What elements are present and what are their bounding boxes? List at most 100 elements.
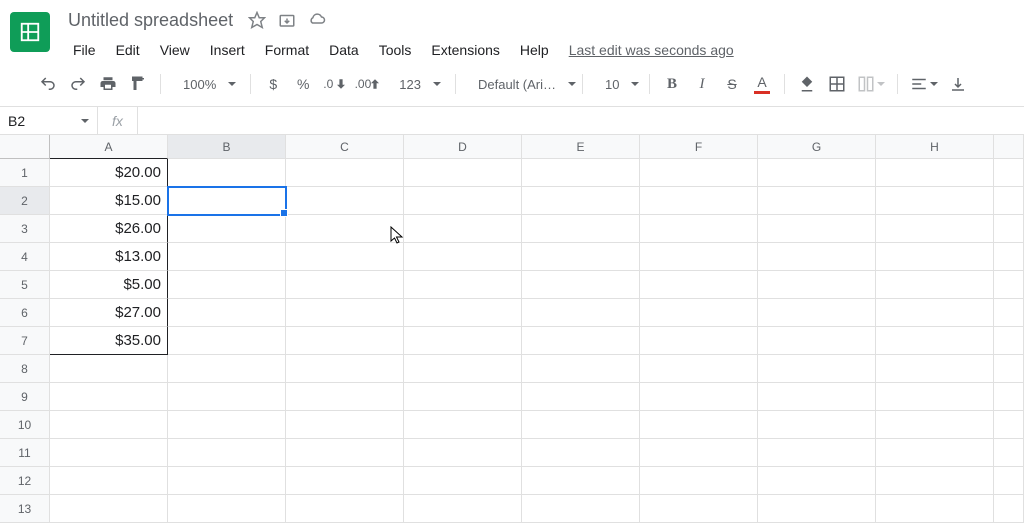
vertical-align-button[interactable] <box>944 70 972 98</box>
cell-H4[interactable] <box>876 243 994 271</box>
cell-D9[interactable] <box>404 383 522 411</box>
row-header-13[interactable]: 13 <box>0 495 50 523</box>
cell-H8[interactable] <box>876 355 994 383</box>
select-all-corner[interactable] <box>0 135 50 159</box>
cell-C12[interactable] <box>286 467 404 495</box>
text-color-button[interactable]: A <box>748 70 776 98</box>
name-box[interactable]: B2 <box>0 107 98 134</box>
cell-A1[interactable]: $20.00 <box>50 159 168 187</box>
row-header-9[interactable]: 9 <box>0 383 50 411</box>
cell-E1[interactable] <box>522 159 640 187</box>
row-header-10[interactable]: 10 <box>0 411 50 439</box>
cell-D2[interactable] <box>404 187 522 215</box>
format-currency-button[interactable]: $ <box>259 70 287 98</box>
decrease-decimal-button[interactable]: .0 <box>319 70 348 98</box>
row-header-3[interactable]: 3 <box>0 215 50 243</box>
horizontal-align-button[interactable] <box>906 70 942 98</box>
undo-button[interactable] <box>34 70 62 98</box>
column-header-E[interactable]: E <box>522 135 640 159</box>
cell-C11[interactable] <box>286 439 404 467</box>
row-header-12[interactable]: 12 <box>0 467 50 495</box>
menu-tools[interactable]: Tools <box>370 38 421 62</box>
cell-B11[interactable] <box>168 439 286 467</box>
cell-extra-5[interactable] <box>994 271 1024 299</box>
cell-G6[interactable] <box>758 299 876 327</box>
cell-extra-2[interactable] <box>994 187 1024 215</box>
format-percent-button[interactable]: % <box>289 70 317 98</box>
cell-extra-4[interactable] <box>994 243 1024 271</box>
cell-E12[interactable] <box>522 467 640 495</box>
cell-B6[interactable] <box>168 299 286 327</box>
cell-C2[interactable] <box>286 187 404 215</box>
menu-extensions[interactable]: Extensions <box>422 38 508 62</box>
cell-A3[interactable]: $26.00 <box>50 215 168 243</box>
cell-B2[interactable] <box>168 187 286 215</box>
cell-A13[interactable] <box>50 495 168 523</box>
cell-E4[interactable] <box>522 243 640 271</box>
cell-G1[interactable] <box>758 159 876 187</box>
cell-F4[interactable] <box>640 243 758 271</box>
row-header-8[interactable]: 8 <box>0 355 50 383</box>
cell-F2[interactable] <box>640 187 758 215</box>
row-header-6[interactable]: 6 <box>0 299 50 327</box>
cell-A9[interactable] <box>50 383 168 411</box>
cell-C10[interactable] <box>286 411 404 439</box>
cell-F8[interactable] <box>640 355 758 383</box>
cell-A11[interactable] <box>50 439 168 467</box>
cell-H12[interactable] <box>876 467 994 495</box>
cell-B8[interactable] <box>168 355 286 383</box>
cell-B10[interactable] <box>168 411 286 439</box>
last-edit-link[interactable]: Last edit was seconds ago <box>560 38 743 62</box>
cell-A5[interactable]: $5.00 <box>50 271 168 299</box>
column-header-F[interactable]: F <box>640 135 758 159</box>
cell-D7[interactable] <box>404 327 522 355</box>
cell-E10[interactable] <box>522 411 640 439</box>
cell-F7[interactable] <box>640 327 758 355</box>
cell-extra-11[interactable] <box>994 439 1024 467</box>
column-header-C[interactable]: C <box>286 135 404 159</box>
cell-E13[interactable] <box>522 495 640 523</box>
cell-E5[interactable] <box>522 271 640 299</box>
star-icon[interactable] <box>247 10 267 30</box>
formula-input[interactable] <box>138 107 1024 134</box>
document-title[interactable]: Untitled spreadsheet <box>64 8 237 33</box>
strikethrough-button[interactable]: S <box>718 70 746 98</box>
row-header-11[interactable]: 11 <box>0 439 50 467</box>
cell-F12[interactable] <box>640 467 758 495</box>
row-header-2[interactable]: 2 <box>0 187 50 215</box>
menu-format[interactable]: Format <box>256 38 318 62</box>
merge-cells-button[interactable] <box>853 70 889 98</box>
cell-A12[interactable] <box>50 467 168 495</box>
cell-B13[interactable] <box>168 495 286 523</box>
cell-G13[interactable] <box>758 495 876 523</box>
cell-extra-10[interactable] <box>994 411 1024 439</box>
menu-file[interactable]: File <box>64 38 105 62</box>
cell-E6[interactable] <box>522 299 640 327</box>
column-header-B[interactable]: B <box>168 135 286 159</box>
cell-A2[interactable]: $15.00 <box>50 187 168 215</box>
cell-D4[interactable] <box>404 243 522 271</box>
column-header-G[interactable]: G <box>758 135 876 159</box>
cell-H6[interactable] <box>876 299 994 327</box>
column-header-extra[interactable] <box>994 135 1024 159</box>
bold-button[interactable]: B <box>658 70 686 98</box>
cell-F11[interactable] <box>640 439 758 467</box>
row-header-1[interactable]: 1 <box>0 159 50 187</box>
italic-button[interactable]: I <box>688 70 716 98</box>
cell-D5[interactable] <box>404 271 522 299</box>
font-size-dropdown[interactable]: 10 <box>591 70 641 98</box>
menu-edit[interactable]: Edit <box>107 38 149 62</box>
cell-H10[interactable] <box>876 411 994 439</box>
cell-F10[interactable] <box>640 411 758 439</box>
cell-D10[interactable] <box>404 411 522 439</box>
cell-B12[interactable] <box>168 467 286 495</box>
cell-E8[interactable] <box>522 355 640 383</box>
cell-G12[interactable] <box>758 467 876 495</box>
zoom-dropdown[interactable]: 100% <box>169 70 242 98</box>
column-header-A[interactable]: A <box>50 135 168 159</box>
cell-extra-3[interactable] <box>994 215 1024 243</box>
cell-H5[interactable] <box>876 271 994 299</box>
cell-F3[interactable] <box>640 215 758 243</box>
cell-C13[interactable] <box>286 495 404 523</box>
cell-D11[interactable] <box>404 439 522 467</box>
